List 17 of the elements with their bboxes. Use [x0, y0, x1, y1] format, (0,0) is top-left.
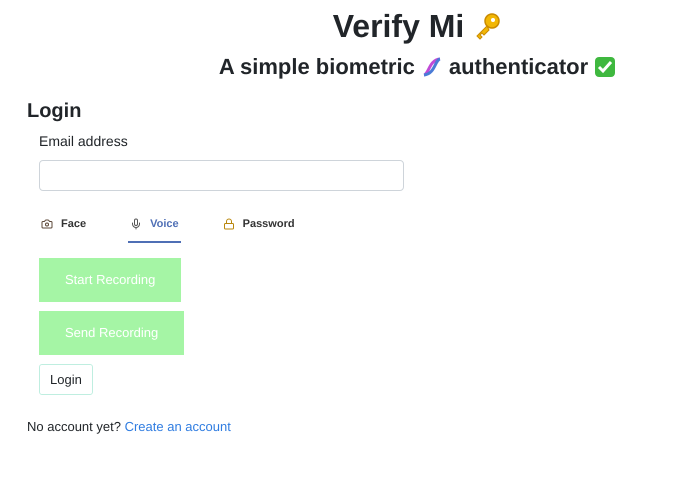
checkmark-icon: [594, 56, 616, 78]
app-subtitle: A simple biometric: [218, 53, 415, 81]
login-button[interactable]: Login: [39, 364, 93, 395]
lock-icon: [222, 218, 235, 230]
auth-tab[interactable]: Face: [39, 207, 88, 243]
no-account-text: No account yet?: [27, 419, 121, 434]
auth-tab[interactable]: Voice: [128, 207, 181, 243]
app-subtitle: authenticator: [448, 53, 588, 81]
email-label: Email address: [39, 132, 129, 151]
login-heading: Login: [27, 99, 82, 123]
create-account-link[interactable]: Create an account: [124, 419, 231, 434]
auth-tab[interactable]: Password: [220, 207, 297, 243]
app-title: Verify Mi: [332, 7, 464, 46]
microphone-icon: [130, 218, 142, 230]
dna-icon: [420, 56, 443, 78]
email-field[interactable]: [39, 160, 404, 191]
camera-icon: [41, 218, 53, 230]
